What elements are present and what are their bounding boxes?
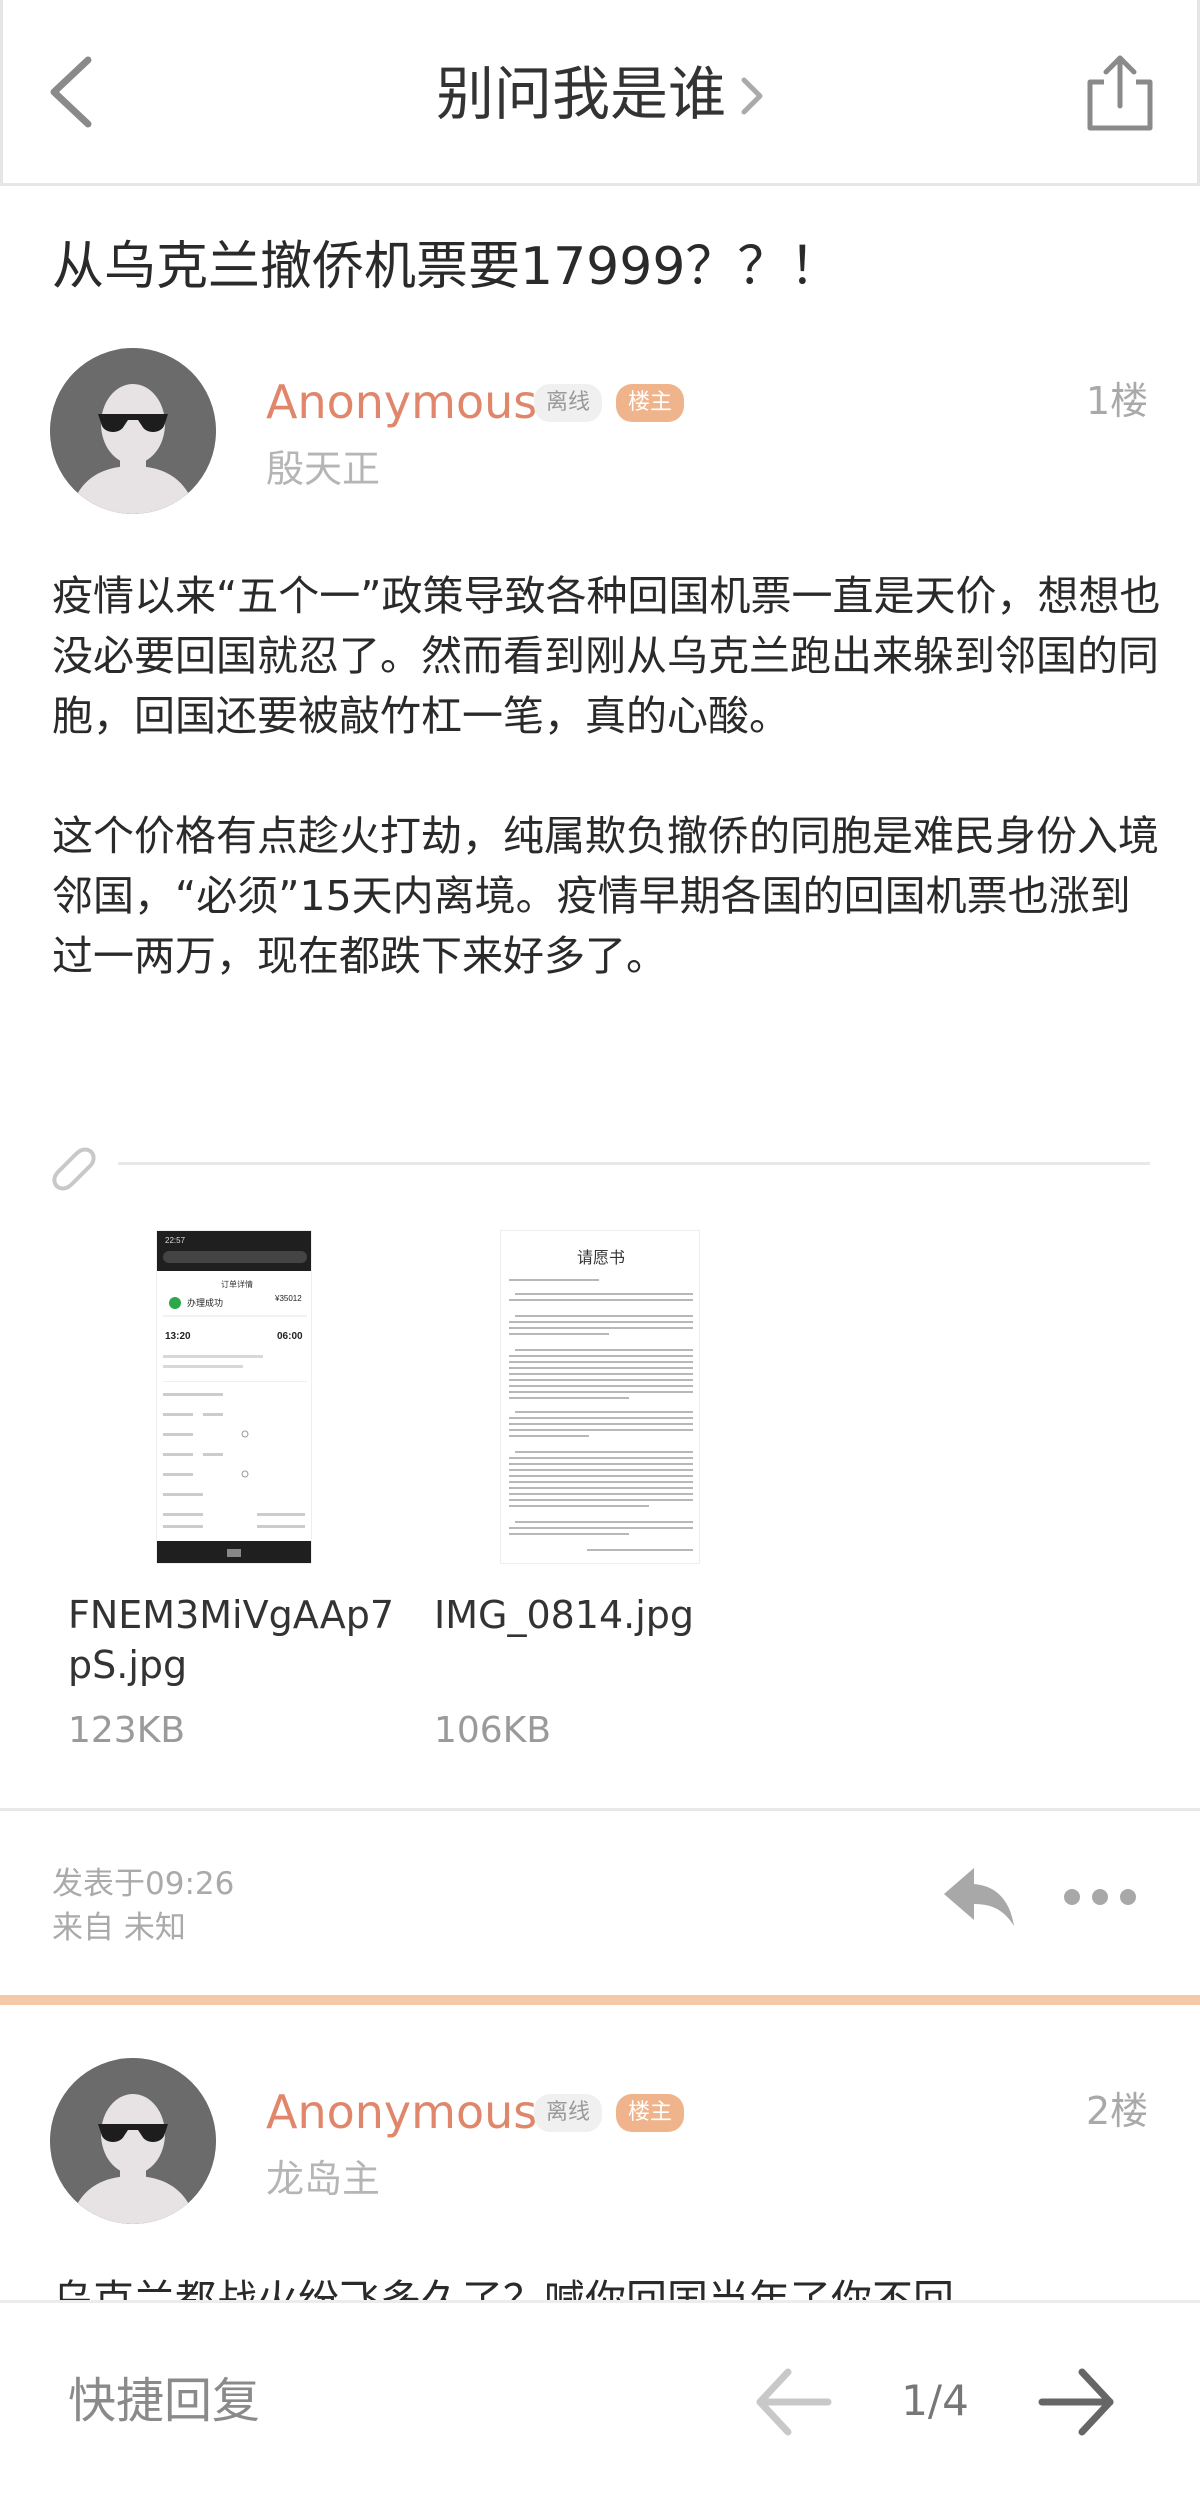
- quick-reply-input[interactable]: 快捷回复: [68, 2370, 260, 2432]
- arrow-left-icon: [756, 2368, 832, 2436]
- attachment-thumbnail[interactable]: 22:57 订单详情 办理成功 ¥35012 13:20 06:00: [156, 1230, 312, 1564]
- username[interactable]: Anonymous: [266, 374, 537, 430]
- post-body: 疫情以来“五个一”政策导致各种回国机票一直是天价，想想也没必要回国就忍了。然而看…: [52, 566, 1162, 1046]
- post-source: 来自 未知: [52, 1910, 186, 1946]
- page-indicator[interactable]: 1/4: [880, 2370, 990, 2432]
- user-nickname: 龙岛主: [266, 2157, 381, 2201]
- more-dots-icon: [1064, 1889, 1136, 1905]
- attachment-filesize: 123KB: [68, 1710, 186, 1751]
- thumb-status: 办理成功: [187, 1297, 223, 1308]
- thumb-price: ¥35012: [274, 1294, 302, 1303]
- owner-badge: 楼主: [616, 2094, 685, 2132]
- reply-button[interactable]: [940, 1862, 1020, 1932]
- arrow-right-icon: [1038, 2368, 1114, 2436]
- divider: [118, 1162, 1150, 1165]
- floor-number: 2楼: [1086, 2089, 1149, 2133]
- next-page-button[interactable]: [1036, 2362, 1118, 2442]
- doc-title: 请愿书: [577, 1249, 625, 1267]
- forum-name: 别问我是谁: [435, 60, 726, 128]
- user-nickname: 殷天正: [266, 447, 381, 491]
- floor-number: 1楼: [1086, 379, 1149, 423]
- filename-line: FNEM3MiVgAAp7: [68, 1593, 395, 1637]
- post-paragraph: 这个价格有点趁火打劫，纯属欺负撤侨的同胞是难民身份入境邻国，“必须”15天内离境…: [52, 812, 1159, 980]
- anonymous-avatar-icon: [50, 2058, 216, 2224]
- thumb-time: 22:57: [165, 1236, 186, 1245]
- thread-title: 从乌克兰撤侨机票要17999？？！: [52, 237, 842, 297]
- status-badge: 离线: [534, 384, 603, 422]
- forum-title[interactable]: 别问我是谁: [0, 58, 1200, 134]
- thumb-arr-time: 06:00: [277, 1331, 303, 1342]
- avatar[interactable]: [50, 348, 216, 514]
- attachment-filesize: 106KB: [434, 1710, 552, 1751]
- phone-screenshot-image: 22:57 订单详情 办理成功 ¥35012 13:20 06:00: [157, 1231, 311, 1563]
- anonymous-avatar-icon: [50, 348, 216, 514]
- more-options-button[interactable]: [1062, 1882, 1138, 1912]
- filename-line: IMG_0814.jpg: [434, 1593, 695, 1637]
- chevron-right-icon: [740, 62, 764, 134]
- post-paragraph: 疫情以来“五个一”政策导致各种回国机票一直是天价，想想也没必要回国就忍了。然而看…: [52, 572, 1161, 740]
- divider: [0, 1808, 1200, 1811]
- attachment-thumbnail[interactable]: 请愿书: [500, 1230, 700, 1564]
- document-image: 请愿书: [501, 1231, 699, 1563]
- thumb-header: 订单详情: [221, 1279, 253, 1289]
- post-preview: 乌克兰都战火纷飞多久了？喊你回国当年了你不回: [52, 2276, 954, 2300]
- filename-line: pS.jpg: [68, 1643, 188, 1687]
- attachment-filename[interactable]: FNEM3MiVgAAp7 pS.jpg: [68, 1590, 394, 1690]
- share-icon: [1087, 55, 1153, 131]
- owner-badge: 楼主: [616, 384, 685, 422]
- attachment-filename[interactable]: IMG_0814.jpg: [434, 1590, 694, 1640]
- avatar[interactable]: [50, 2058, 216, 2224]
- reply-icon: [944, 1868, 1014, 1926]
- post-time: 发表于09:26: [52, 1866, 235, 1902]
- paperclip-icon: [46, 1140, 100, 1194]
- thumb-dep-time: 13:20: [165, 1331, 191, 1342]
- share-button[interactable]: [1080, 52, 1160, 136]
- username[interactable]: Anonymous: [266, 2084, 537, 2140]
- prev-page-button[interactable]: [752, 2362, 834, 2442]
- post-separator: [0, 1995, 1200, 2005]
- status-badge: 离线: [534, 2094, 603, 2132]
